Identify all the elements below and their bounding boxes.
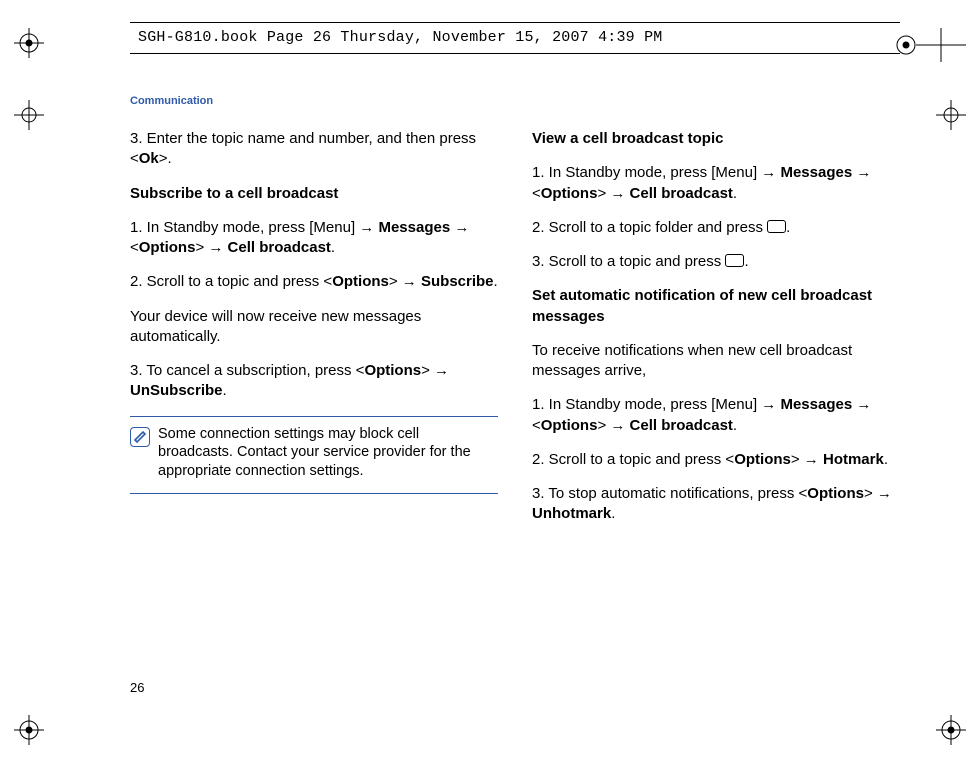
section-label: Communication (130, 95, 900, 107)
note-text: Some connection settings may block cell … (158, 425, 498, 482)
page-number: 26 (130, 680, 144, 695)
note-icon (130, 427, 150, 447)
subscribe-step-1: 1. In Standby mode, press [Menu] → Messa… (130, 218, 498, 259)
step-3-intro: 3. Enter the topic name and number, and … (130, 129, 498, 170)
view-step-2: 2. Scroll to a topic folder and press . (532, 218, 900, 238)
left-column: 3. Enter the topic name and number, and … (130, 129, 498, 539)
auto-step-2: 2. Scroll to a topic and press <Options>… (532, 450, 900, 470)
auto-step-3: 3. To stop automatic notifications, pres… (532, 484, 900, 525)
crop-mark-icon (936, 100, 966, 130)
subscribe-step-3: 3. To cancel a subscription, press <Opti… (130, 361, 498, 402)
auto-intro: To receive notifications when new cell b… (532, 341, 900, 382)
note-rule-top (130, 416, 498, 417)
heading-subscribe: Subscribe to a cell broadcast (130, 184, 498, 204)
crop-mark-icon (14, 100, 44, 130)
ok-key-icon (767, 220, 786, 233)
right-column: View a cell broadcast topic 1. In Standb… (532, 129, 900, 539)
crop-mark-icon (896, 28, 966, 62)
crop-mark-icon (14, 715, 44, 745)
crop-mark-icon (14, 28, 44, 58)
page-body: Communication 3. Enter the topic name an… (130, 95, 900, 713)
view-step-1: 1. In Standby mode, press [Menu] → Messa… (532, 163, 900, 204)
crop-mark-icon (936, 715, 966, 745)
doc-meta-header: SGH-G810.book Page 26 Thursday, November… (130, 22, 900, 54)
heading-view: View a cell broadcast topic (532, 129, 900, 149)
view-step-3: 3. Scroll to a topic and press . (532, 252, 900, 272)
ok-key-icon (725, 254, 744, 267)
heading-auto: Set automatic notification of new cell b… (532, 286, 900, 327)
note-rule-bottom (130, 493, 498, 494)
note-block: Some connection settings may block cell … (130, 421, 498, 488)
auto-step-1: 1. In Standby mode, press [Menu] → Messa… (532, 395, 900, 436)
subscribe-step-2-body: Your device will now receive new message… (130, 307, 498, 348)
subscribe-step-2: 2. Scroll to a topic and press <Options>… (130, 272, 498, 292)
